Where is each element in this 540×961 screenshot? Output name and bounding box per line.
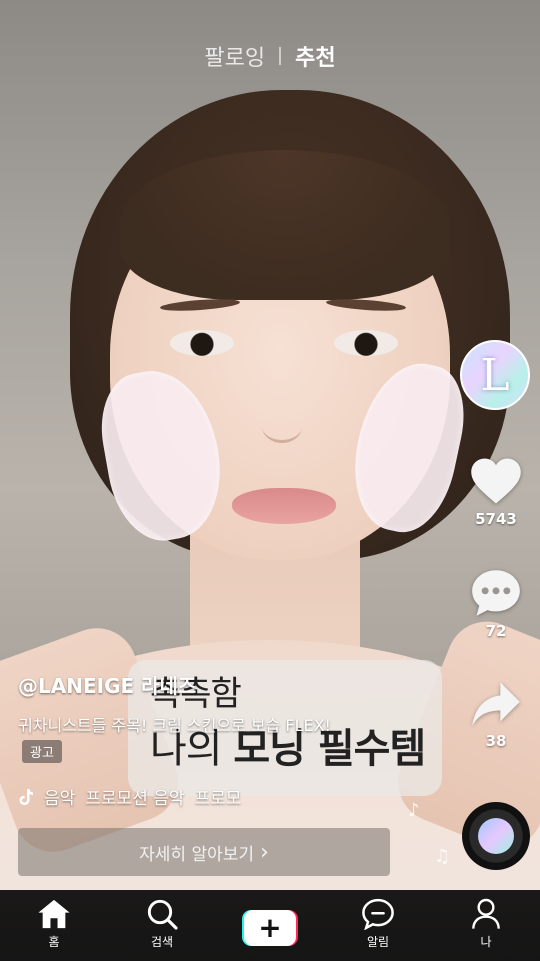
video-frame-lips — [232, 488, 336, 524]
creator-username[interactable]: @LANEIGE 라네즈 — [18, 670, 196, 699]
nav-home[interactable]: 홈 — [9, 890, 99, 950]
share-arrow-icon — [472, 682, 520, 726]
music-ticker[interactable]: 음악 프로모션 음악 프로모 — [18, 784, 298, 809]
creator-avatar-letter: L — [480, 349, 510, 401]
like-count: 5743 — [475, 510, 517, 528]
tab-divider — [279, 47, 282, 65]
video-frame-bangs — [120, 150, 450, 300]
nav-search[interactable]: 검색 — [117, 890, 207, 950]
tab-recommended[interactable]: 추천 — [295, 40, 335, 72]
floating-music-note-icon: ♫ — [434, 846, 451, 867]
comment-count: 72 — [485, 622, 507, 640]
inbox-chat-icon — [362, 898, 394, 930]
tab-following[interactable]: 팔로잉 — [204, 40, 265, 72]
nav-search-label: 검색 — [150, 935, 174, 949]
nav-create[interactable]: + — [225, 890, 315, 946]
floating-music-note-icon: ♪ — [408, 800, 420, 821]
plus-icon: + — [244, 910, 296, 946]
nav-profile-label: 나 — [480, 935, 492, 949]
music-title: 프로모션 음악 — [85, 789, 185, 809]
video-frame-nose — [262, 410, 302, 443]
bottom-nav: 홈 검색 + 알림 나 — [0, 890, 540, 961]
tiktok-note-icon — [19, 788, 33, 805]
create-button[interactable]: + — [242, 910, 298, 946]
comment-icon — [472, 570, 520, 616]
profile-icon — [472, 898, 500, 929]
share-button[interactable]: 38 — [460, 680, 532, 750]
video-frame-eye — [334, 330, 398, 356]
like-button[interactable]: 5743 — [460, 456, 532, 528]
nav-profile[interactable]: 나 — [441, 890, 531, 950]
heart-icon — [471, 458, 521, 504]
creator-avatar[interactable]: L — [460, 340, 530, 410]
home-icon — [38, 899, 70, 929]
nav-home-label: 홈 — [48, 935, 60, 949]
music-title: 음악 — [44, 789, 76, 809]
video-frame-eye — [170, 330, 234, 356]
comment-button[interactable]: 72 — [460, 568, 532, 640]
ad-badge: 광고 — [22, 740, 62, 763]
feed-tabs: 팔로잉 추천 — [0, 40, 540, 72]
chevron-right-icon: › — [260, 839, 269, 865]
music-disc-cover — [478, 818, 514, 854]
learn-more-label: 자세히 알아보기 — [139, 844, 255, 865]
search-icon — [147, 899, 178, 930]
post-description: 귀차니스트들 주목! 크림 스킨으로 보습 FLEX! — [18, 716, 331, 735]
learn-more-button[interactable]: 자세히 알아보기 › — [18, 828, 390, 876]
share-count: 38 — [485, 732, 507, 750]
video-player[interactable]: 촉촉함 나의 모닝 필수템 — [0, 0, 540, 890]
nav-inbox[interactable]: 알림 — [333, 890, 423, 950]
music-disc[interactable] — [462, 802, 530, 870]
nav-inbox-label: 알림 — [366, 935, 390, 949]
music-title: 프로모 — [194, 789, 242, 809]
